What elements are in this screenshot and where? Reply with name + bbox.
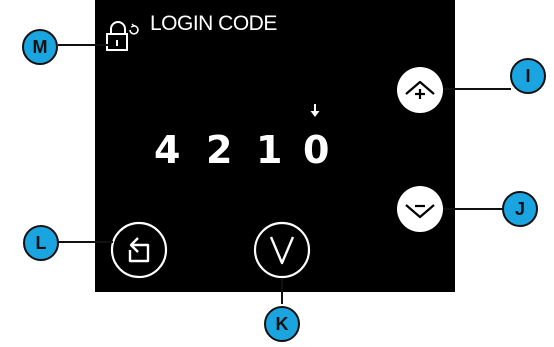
leader-line-k — [281, 279, 283, 304]
checkmark-icon — [253, 221, 311, 279]
code-digit-selected: 0 — [303, 128, 330, 172]
callout-l: L — [23, 225, 59, 261]
leader-line-j — [443, 208, 503, 210]
leader-line-l — [58, 241, 113, 243]
login-code-display: 4 2 1 0 — [150, 128, 350, 176]
lock-refresh-icon — [104, 20, 144, 57]
decrement-button[interactable] — [397, 186, 443, 232]
code-digit: 2 — [206, 128, 233, 172]
chevron-up-plus-icon — [405, 80, 435, 99]
increment-button[interactable] — [397, 67, 443, 113]
confirm-button[interactable] — [253, 221, 311, 279]
callout-j: J — [502, 191, 538, 227]
screen-title: LOGIN CODE — [150, 12, 277, 35]
back-button[interactable] — [110, 221, 168, 279]
chevron-down-minus-icon — [405, 204, 435, 219]
leader-line-i — [443, 88, 511, 90]
callout-i: I — [510, 58, 546, 94]
code-digit: 1 — [256, 128, 283, 172]
back-arrow-icon — [110, 221, 168, 279]
leader-line-m — [58, 44, 108, 46]
code-digit: 4 — [154, 128, 181, 172]
callout-m: M — [22, 29, 58, 65]
down-arrow-icon — [309, 103, 321, 124]
callout-k: K — [264, 306, 300, 342]
